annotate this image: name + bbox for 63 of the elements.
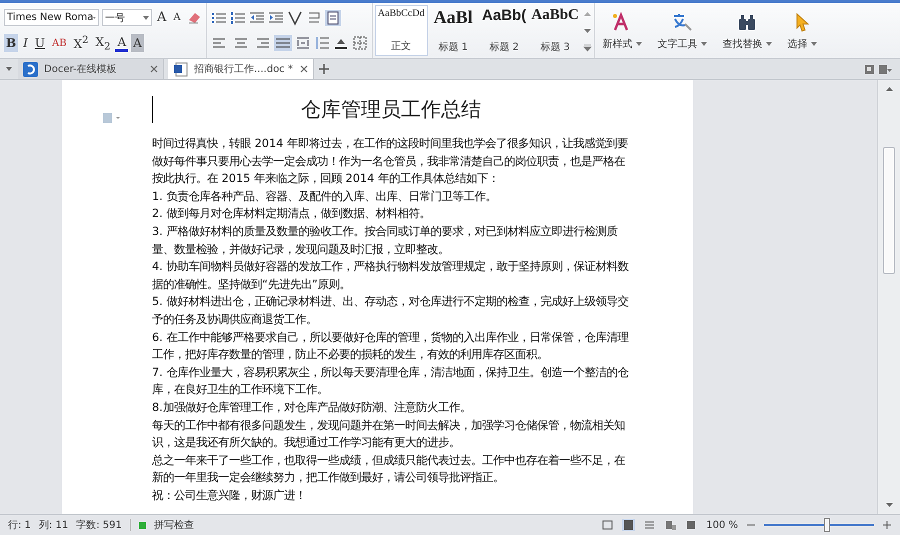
format-button[interactable]: B — [4, 34, 18, 52]
ribbon-button[interactable]: 新样式 — [602, 36, 633, 50]
spell-check-icon[interactable] — [138, 522, 146, 528]
zoom-in-icon[interactable] — [882, 520, 892, 530]
close-icon[interactable] — [300, 65, 308, 73]
scrollbar-thumb[interactable] — [883, 147, 895, 274]
ribbon-button[interactable]: 文字工具 — [658, 36, 698, 50]
zoom-percentage[interactable]: 100 % — [706, 520, 738, 530]
document-paragraph: 4. 协助车间物料员做好容器的发放工作，严格执行物料发放管理规定，敢于坚持原则，保证材料数据的准确性。坚持做到“先进先出”原则。 — [152, 259, 629, 293]
window-menu-icon[interactable] — [879, 64, 892, 74]
page-view-icon[interactable] — [622, 519, 636, 531]
ribbon-button[interactable]: 选择 — [788, 36, 808, 50]
distributed-align-icon[interactable] — [294, 35, 311, 52]
document-paragraph: 1. 负责仓库各种产品、容器、及配件的入库、出库、日常门卫等工作。 — [152, 188, 498, 205]
grow-font-button[interactable]: A — [155, 8, 168, 27]
document-paragraph: 总之一年来干了一些工作，也取得一些成绩，但成绩只能代表过去。工作中也存在着一些不足，在新的一年里我一定会继续努力，把工作做到最好，请公司领导批评指正。 — [152, 452, 626, 486]
line-indicator: 行: 1 — [8, 519, 31, 532]
style-preset[interactable]: AaBbC 标题 3 — [530, 5, 581, 56]
new-tab-icon[interactable] — [318, 63, 330, 75]
format-button[interactable]: U — [32, 34, 48, 52]
document-file-icon — [173, 62, 188, 76]
scroll-down-icon[interactable] — [582, 26, 592, 34]
document-title: 仓库管理员工作总结 — [152, 96, 629, 123]
expand-gallery-icon[interactable] — [582, 44, 592, 52]
format-button[interactable]: X$^{2}$ — [72, 34, 91, 52]
word-count[interactable]: 字数: 591 — [76, 518, 122, 532]
column-indicator: 列: 11 — [38, 519, 68, 532]
document-paragraph: 8.加强做好仓库管理工作，对仓库产品做好防潮、注意防火工作。 — [152, 400, 472, 416]
style-preset[interactable]: AaBb( 标题 2 — [478, 5, 530, 56]
font-name-dropdown[interactable]: Times New Roma — [4, 9, 99, 26]
document-paragraph: 每天的工作中都有很多问题发生，发现问题并在第一时间去解决，加强学习仓储保管，物流相关知识，这是我还有所欠缺的。我想通过工作学习能有更大的进步。 — [152, 418, 626, 452]
document-paragraph: 2. 做到每月对仓库材料定期清点，做到数据、材料相符。 — [152, 206, 432, 222]
document-paragraph: 7. 仓库作业量大，容易积累灰尘，所以每天要清理仓库，清洁地面，保持卫生。创造一个整洁的仓库，在良好卫生的工作环境下工作。 — [152, 364, 629, 398]
restore-icon[interactable] — [864, 64, 875, 74]
numbered-list-icon[interactable] — [230, 10, 246, 26]
border-icon[interactable] — [352, 35, 368, 52]
document-tab[interactable]: 招商银行工作....doc * — [168, 59, 314, 79]
zoom-slider-thumb[interactable] — [824, 518, 830, 532]
ribbon-button[interactable]: 查找替换 — [722, 36, 763, 50]
document-paragraph: 3. 严格做好材料的质量及数量的验收工作。按合同或订单的要求，对已到材料应立即进行检测质量、数量检验，并做好记录，发现问题及时汇报，立即整改。 — [152, 224, 618, 258]
format-button[interactable]: AB — [50, 34, 69, 52]
align-button[interactable] — [274, 35, 292, 52]
spell-check-label[interactable]: 拼写检查 — [154, 518, 194, 532]
format-button[interactable]: X$_{2}$ — [94, 34, 112, 52]
font-size-dropdown[interactable]: 一号 — [102, 9, 152, 26]
style-preset[interactable]: AaBl 标题 1 — [428, 5, 479, 56]
fullscreen-icon[interactable] — [601, 519, 614, 531]
line-spacing-icon[interactable] — [314, 35, 330, 52]
docer-logo — [23, 62, 38, 76]
document-paragraph: 6. 在工作中能够严格要求自己，所以要做好仓库的管理，货物的入出库作业，日常保管，仓库清理工作，把好库存数量的管理，防止不必要的损耗的发生，有效的利用库存区面积。 — [152, 330, 629, 364]
document-paragraph: 时间过得真快，转眼 2014 年即将过去，在工作的这段时间里我也学会了很多知识，让我感觉到要做好每件事只要用心去学一定会成功！作为一名仓管员，我非常清楚自己的岗位职责，也是严格在按此执行。在 2015 年来临之际，回顾 2014 年的工作具体总结如下： — [152, 136, 629, 188]
style-preset[interactable]: AaBbCcDd 正文 — [374, 5, 428, 56]
format-button[interactable]: I — [21, 34, 30, 52]
outline-view-icon[interactable] — [643, 519, 656, 531]
web-view-icon[interactable] — [664, 519, 678, 531]
page-view-icon[interactable] — [324, 10, 341, 26]
format-button[interactable]: A — [131, 34, 144, 52]
document-paragraph: 5. 做好材料进出仓，正确记录材料进、出、存动态，对仓库进行不定期的检查，完成好上级领导交予的任务及协调供应商退货工作。 — [152, 294, 629, 328]
shrink-font-button[interactable]: A — [171, 8, 183, 27]
document-paragraph: 祝：公司生意兴隆，财源广进！ — [152, 488, 307, 504]
close-icon[interactable] — [150, 65, 158, 73]
format-button[interactable]: A — [115, 34, 128, 52]
document-tab[interactable]: Docer-在线模板 — [18, 59, 164, 79]
